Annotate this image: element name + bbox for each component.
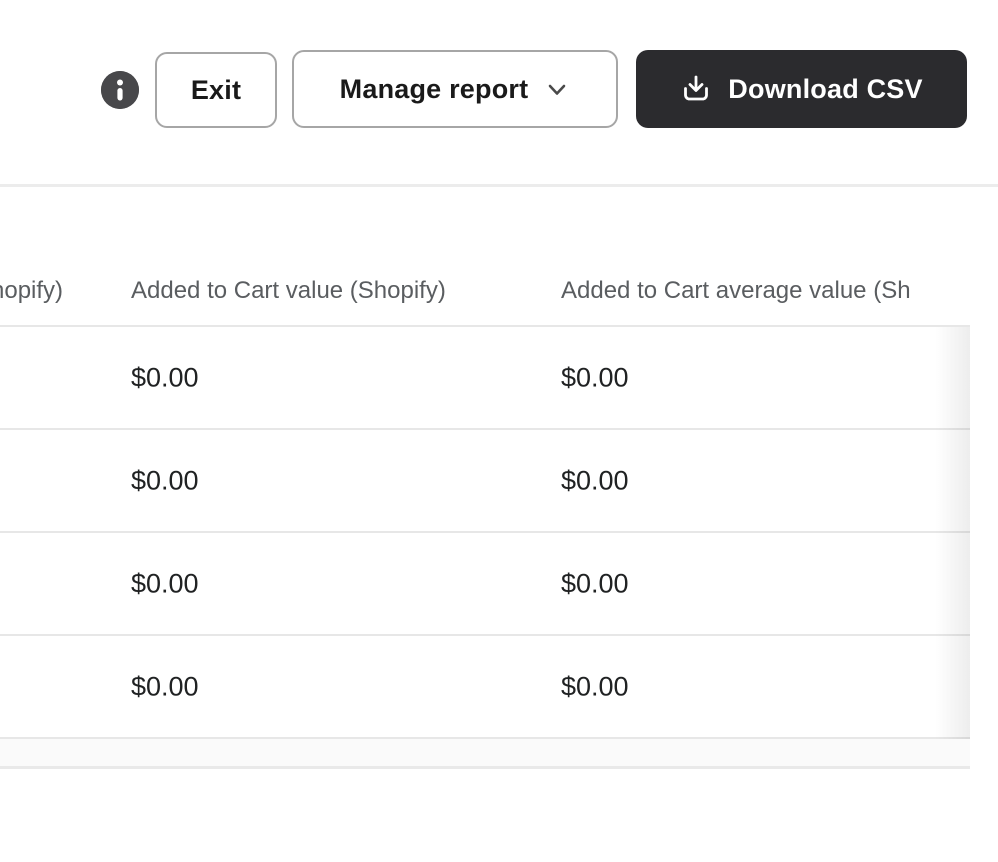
table-row: $0.00 $0.00 bbox=[0, 430, 970, 533]
chevron-down-icon bbox=[544, 76, 570, 102]
info-icon-glyph bbox=[101, 71, 139, 109]
horizontal-scrollbar-track[interactable] bbox=[0, 739, 970, 769]
manage-report-label: Manage report bbox=[340, 74, 529, 105]
cell-added-to-cart-value: $0.00 bbox=[131, 568, 199, 599]
cell-added-to-cart-average-value: $0.00 bbox=[561, 671, 629, 702]
report-table: hopify) Added to Cart value (Shopify) Ad… bbox=[0, 187, 970, 769]
cell-added-to-cart-average-value: $0.00 bbox=[561, 362, 629, 393]
cell-added-to-cart-value: $0.00 bbox=[131, 465, 199, 496]
download-csv-label: Download CSV bbox=[728, 74, 922, 105]
column-header-added-to-cart-average-value[interactable]: Added to Cart average value (Sh bbox=[561, 276, 911, 306]
report-page: Exit Manage report Download CSV hopify) … bbox=[0, 0, 998, 862]
exit-button-label: Exit bbox=[191, 75, 241, 106]
table-row: $0.00 $0.00 bbox=[0, 533, 970, 636]
cell-added-to-cart-average-value: $0.00 bbox=[561, 465, 629, 496]
table-row: $0.00 $0.00 bbox=[0, 636, 970, 739]
report-topbar: Exit Manage report Download CSV bbox=[0, 0, 998, 184]
cell-added-to-cart-average-value: $0.00 bbox=[561, 568, 629, 599]
cell-added-to-cart-value: $0.00 bbox=[131, 671, 199, 702]
column-header-shopify-partial[interactable]: hopify) bbox=[0, 276, 63, 306]
download-icon bbox=[680, 73, 712, 105]
table-row: $0.00 $0.00 bbox=[0, 327, 970, 430]
cell-added-to-cart-value: $0.00 bbox=[131, 362, 199, 393]
table-header-row: hopify) Added to Cart value (Shopify) Ad… bbox=[0, 187, 970, 327]
info-icon[interactable] bbox=[101, 71, 139, 109]
download-csv-button[interactable]: Download CSV bbox=[636, 50, 967, 128]
manage-report-button[interactable]: Manage report bbox=[292, 50, 618, 128]
column-header-added-to-cart-value[interactable]: Added to Cart value (Shopify) bbox=[131, 276, 446, 306]
exit-button[interactable]: Exit bbox=[155, 52, 277, 128]
